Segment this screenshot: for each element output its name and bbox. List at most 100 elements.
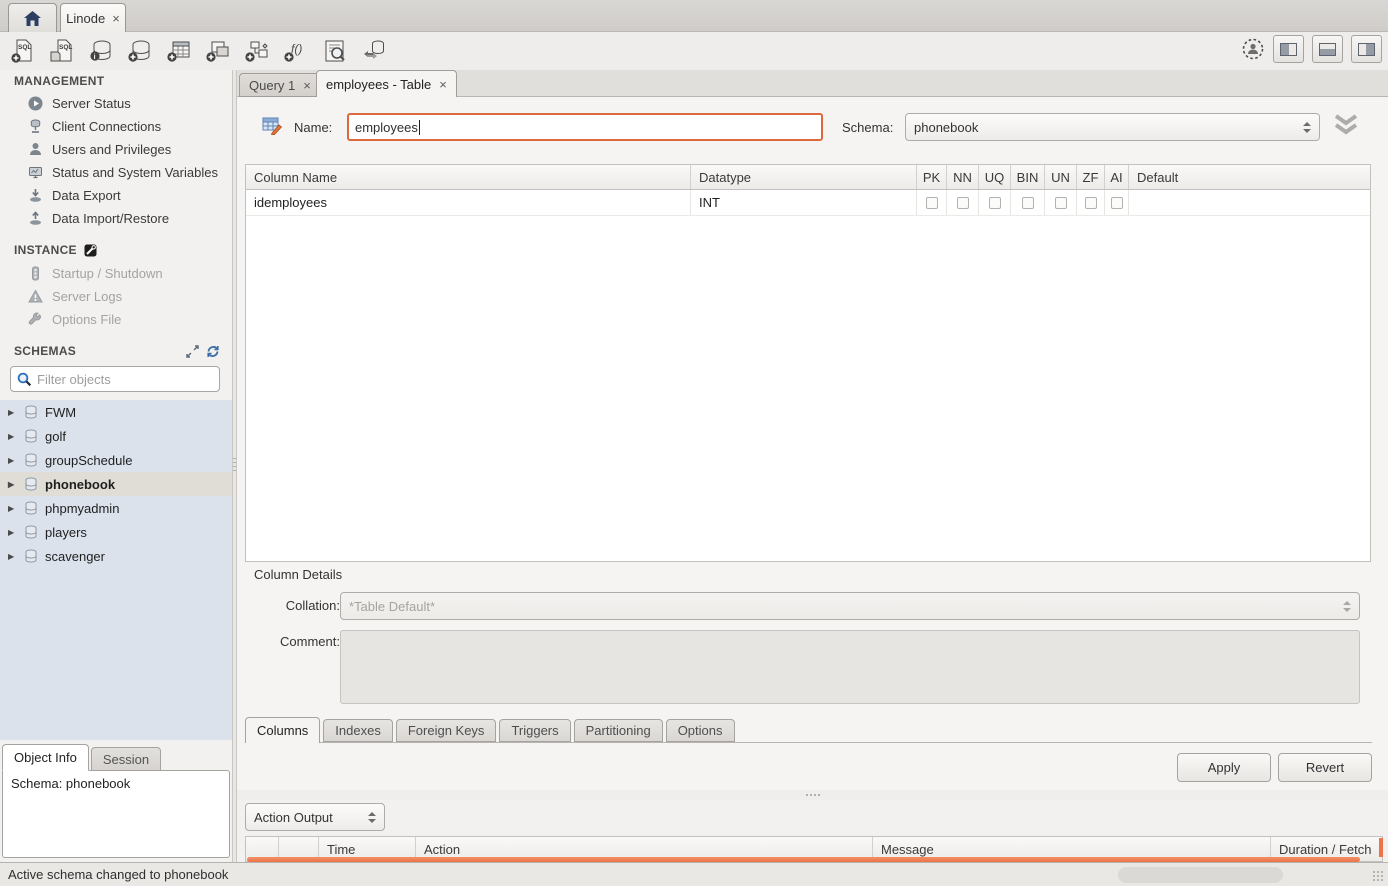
sidebar-item-label: Startup / Shutdown (52, 266, 163, 281)
sidebar-item-label: Status and System Variables (52, 165, 218, 180)
reconnect-db-icon[interactable] (359, 36, 389, 66)
info-panel-tabs: Object Info Session (2, 744, 161, 771)
nn-checkbox[interactable] (957, 197, 969, 209)
schema-filter-input[interactable] (37, 372, 213, 387)
output-splitter[interactable] (237, 790, 1388, 800)
schema-row-groupschedule[interactable]: ▶ groupSchedule (0, 448, 232, 472)
cell-datatype[interactable]: INT (691, 190, 917, 215)
toggle-left-sidebar-button[interactable] (1273, 35, 1304, 63)
schema-row-players[interactable]: ▶ players (0, 520, 232, 544)
create-schema-icon[interactable] (125, 36, 155, 66)
sidebar-item-data-export[interactable]: Data Export (0, 184, 232, 207)
expander-icon[interactable]: ▶ (8, 504, 17, 513)
sidebar-item-data-import[interactable]: Data Import/Restore (0, 207, 232, 230)
sidebar-item-users-privileges[interactable]: Users and Privileges (0, 138, 232, 161)
tab-foreign-keys[interactable]: Foreign Keys (396, 719, 497, 742)
sidebar-item-system-variables[interactable]: Status and System Variables (0, 161, 232, 184)
navigator-sidebar: MANAGEMENT Server Status Client Connecti… (0, 70, 232, 862)
bin-checkbox[interactable] (1022, 197, 1034, 209)
expand-schemas-icon[interactable] (186, 345, 199, 358)
schema-row-golf[interactable]: ▶ golf (0, 424, 232, 448)
sidebar-item-startup-shutdown[interactable]: Startup / Shutdown (0, 262, 232, 285)
table-name-input[interactable]: employees (347, 113, 823, 141)
expander-icon[interactable]: ▶ (8, 552, 17, 561)
window-resize-grip[interactable] (1372, 870, 1385, 883)
schema-list: ▶ FWM ▶ golf ▶ groupSchedule ▶ phonebook… (0, 400, 232, 740)
cell-default[interactable] (1129, 190, 1370, 215)
table-editor-tabs: Columns Indexes Foreign Keys Triggers Pa… (245, 716, 1372, 743)
table-search-icon[interactable] (320, 36, 350, 66)
schema-icon (24, 405, 38, 419)
expander-icon[interactable]: ▶ (8, 408, 17, 417)
schema-inspector-icon[interactable]: i (86, 36, 116, 66)
object-info-text: Schema: phonebook (11, 776, 130, 791)
expander-icon[interactable]: ▶ (8, 456, 17, 465)
vertical-scrollbar[interactable] (1379, 838, 1383, 857)
expander-icon[interactable]: ▶ (8, 528, 17, 537)
cell-column-name[interactable]: idemployees (246, 190, 691, 215)
apply-button[interactable]: Apply (1177, 753, 1271, 782)
schema-icon (24, 429, 38, 443)
instance-nav: Startup / Shutdown Server Logs Options F… (0, 262, 232, 331)
stepper-icon (1303, 122, 1311, 133)
tab-session[interactable]: Session (91, 747, 161, 771)
new-sql-tab-icon[interactable]: SQL (8, 36, 38, 66)
splitter-grip (805, 793, 821, 798)
refresh-schemas-icon[interactable] (206, 345, 220, 358)
sidebar-item-server-logs[interactable]: Server Logs (0, 285, 232, 308)
revert-button[interactable]: Revert (1278, 753, 1372, 782)
tab-employees-table[interactable]: employees - Table × (316, 70, 457, 97)
columns-grid-header: Column Name Datatype PK NN UQ BIN UN ZF … (246, 165, 1370, 190)
create-view-icon[interactable] (203, 36, 233, 66)
close-icon[interactable]: × (112, 12, 120, 25)
expander-icon[interactable]: ▶ (8, 432, 17, 441)
tab-triggers[interactable]: Triggers (499, 719, 570, 742)
home-tab[interactable] (8, 3, 57, 32)
close-icon[interactable]: × (439, 78, 447, 91)
create-table-icon[interactable] (164, 36, 194, 66)
sidebar-item-options-file[interactable]: Options File (0, 308, 232, 331)
table-row[interactable]: idemployees INT (246, 190, 1370, 216)
output-type-select[interactable]: Action Output (245, 803, 385, 831)
schema-row-phpmyadmin[interactable]: ▶ phpmyadmin (0, 496, 232, 520)
main-area: Query 1 × employees - Table × Name: empl… (237, 70, 1388, 862)
right-panel-icon (1358, 43, 1375, 56)
zf-checkbox[interactable] (1085, 197, 1097, 209)
connection-tab[interactable]: Linode × (60, 3, 126, 32)
open-sql-script-icon[interactable]: SQL (47, 36, 77, 66)
sidebar-item-server-status[interactable]: Server Status (0, 92, 232, 115)
tab-partitioning[interactable]: Partitioning (574, 719, 663, 742)
table-editor: Name: employees Schema: phonebook Column… (237, 97, 1388, 790)
schema-icon (24, 477, 38, 491)
tab-object-info[interactable]: Object Info (2, 744, 89, 771)
cell-un (1045, 190, 1077, 215)
connection-tab-label: Linode (66, 11, 105, 26)
schema-row-fwm[interactable]: ▶ FWM (0, 400, 232, 424)
uq-checkbox[interactable] (989, 197, 1001, 209)
tab-query-1[interactable]: Query 1 × (239, 73, 321, 97)
window-tab-strip: Linode × (0, 0, 1388, 32)
tab-indexes[interactable]: Indexes (323, 719, 393, 742)
ai-checkbox[interactable] (1111, 197, 1123, 209)
expander-icon[interactable]: ▶ (8, 480, 17, 489)
tab-options[interactable]: Options (666, 719, 735, 742)
schema-icon (24, 549, 38, 563)
collation-label: Collation: (255, 598, 340, 613)
schema-row-scavenger[interactable]: ▶ scavenger (0, 544, 232, 568)
pk-checkbox[interactable] (926, 197, 938, 209)
close-icon[interactable]: × (303, 79, 311, 92)
schema-row-phonebook[interactable]: ▶ phonebook (0, 472, 232, 496)
schema-icon (24, 525, 38, 539)
status-bar: Active schema changed to phonebook (0, 862, 1388, 886)
management-nav: Server Status Client Connections Users a… (0, 92, 232, 230)
tab-columns[interactable]: Columns (245, 717, 320, 743)
create-function-icon[interactable]: f() (281, 36, 311, 66)
toggle-bottom-panel-button[interactable] (1312, 35, 1343, 63)
schema-select[interactable]: phonebook (905, 113, 1320, 141)
toggle-right-sidebar-button[interactable] (1351, 35, 1382, 63)
sidebar-item-client-connections[interactable]: Client Connections (0, 115, 232, 138)
schema-label: Schema: (842, 120, 893, 135)
expand-header-chevron-icon[interactable] (1333, 114, 1359, 136)
create-procedure-icon[interactable] (242, 36, 272, 66)
un-checkbox[interactable] (1055, 197, 1067, 209)
